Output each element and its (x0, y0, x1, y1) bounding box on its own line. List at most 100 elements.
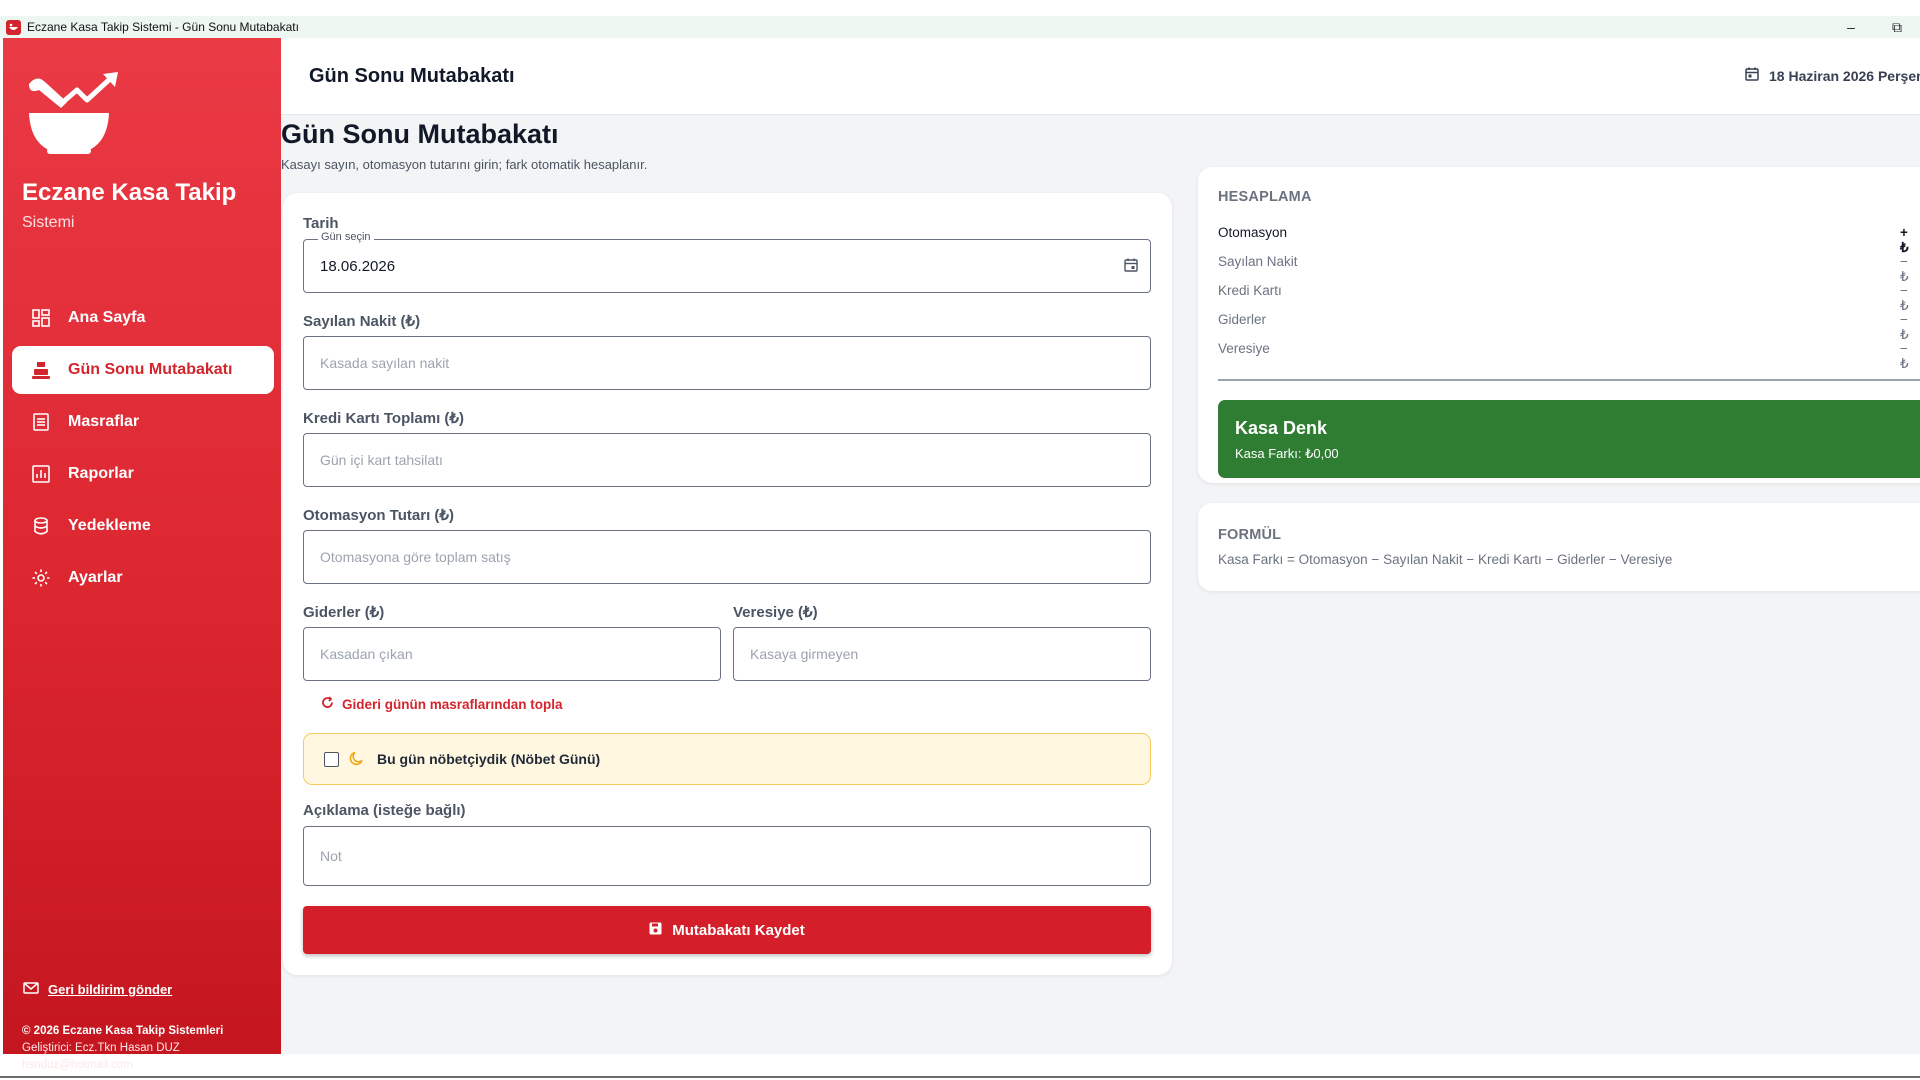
sidebar: Eczane Kasa Takip Sistemi Ana Sayfa Gün … (3, 38, 281, 1071)
sidebar-item-label: Ayarlar (68, 569, 123, 586)
calendar-icon (1745, 67, 1759, 84)
credit-sales-placeholder: Kasaya girmeyen (750, 646, 859, 662)
status-difference: Kasa Farkı: ₺0,00 (1235, 446, 1339, 461)
date-value: 18.06.2026 (320, 257, 396, 275)
feedback-label: Geri bildirim gönder (48, 982, 173, 997)
mail-icon (23, 982, 39, 997)
database-icon (30, 515, 52, 537)
app-icon (6, 19, 21, 35)
window-bottom-border (0, 1076, 1920, 1078)
restore-button[interactable]: ⧉ (1874, 16, 1920, 38)
header-title: Gün Sonu Mutabakatı (309, 65, 515, 87)
calc-row-label: Sayılan Nakit (1218, 254, 1298, 269)
sidebar-footer: © 2026 Eczane Kasa Takip Sistemleri Geli… (22, 1023, 223, 1074)
calc-row: Otomasyon + ₺ (1218, 225, 1918, 255)
brand-title: Eczane Kasa Takip (22, 179, 237, 206)
gear-icon (30, 567, 52, 589)
expenses-input[interactable]: Kasadan çıkan (303, 627, 721, 681)
sidebar-nav: Ana Sayfa Gün Sonu Mutabakatı Masraflar … (12, 294, 274, 606)
note-input[interactable]: Not (303, 826, 1151, 886)
duty-day-toggle[interactable]: Bu gün nöbetçiydik (Nöbet Günü) (303, 733, 1151, 785)
sidebar-item-raporlar[interactable]: Raporlar (12, 450, 274, 498)
calculation-card: HESAPLAMA Otomasyon + ₺ Sayılan Nakit − … (1198, 167, 1920, 483)
sidebar-item-ana-sayfa[interactable]: Ana Sayfa (12, 294, 274, 342)
sidebar-item-label: Ana Sayfa (68, 309, 146, 326)
receipt-icon (30, 411, 52, 433)
feedback-link[interactable]: Geri bildirim gönder (23, 982, 172, 997)
calculation-heading: HESAPLAMA (1218, 189, 1312, 205)
counted-cash-input[interactable]: Kasada sayılan nakit (303, 336, 1151, 390)
formula-heading: FORMÜL (1218, 527, 1282, 543)
expenses-placeholder: Kasadan çıkan (320, 646, 413, 662)
duty-day-checkbox[interactable] (324, 751, 339, 767)
duty-day-label: Bu gün nöbetçiydik (Nöbet Günü) (377, 751, 601, 767)
automation-placeholder: Otomasyona göre toplam satış (320, 549, 511, 565)
save-reconciliation-button[interactable]: Mutabakatı Kaydet (303, 906, 1151, 954)
date-label: Tarih (303, 215, 339, 232)
sidebar-item-masraflar[interactable]: Masraflar (12, 398, 274, 446)
status-title: Kasa Denk (1235, 418, 1328, 438)
note-placeholder: Not (320, 848, 342, 864)
calc-row: Sayılan Nakit − ₺ (1218, 254, 1918, 284)
sidebar-item-label: Yedekleme (68, 517, 151, 534)
automation-label: Otomasyon Tutarı (₺) (303, 507, 454, 524)
counted-cash-placeholder: Kasada sayılan nakit (320, 355, 450, 371)
minimize-button[interactable]: – (1828, 16, 1874, 38)
bar-chart-icon (30, 463, 52, 485)
copyright-text: © 2026 Eczane Kasa Takip Sistemleri (22, 1025, 224, 1037)
developer-text: Geliştirici: Ecz.Tkn Hasan DUZ (22, 1042, 180, 1054)
calc-row: Giderler − ₺ (1218, 312, 1918, 342)
credit-sales-label: Veresiye (₺) (733, 604, 818, 621)
sidebar-item-label: Masraflar (68, 413, 140, 430)
developer-email: hsnduz@hotmail.com (22, 1059, 133, 1071)
credit-card-input[interactable]: Gün içi kart tahsilatı (303, 433, 1151, 487)
moon-icon (349, 750, 365, 769)
sum-expenses-label: Gideri günün masraflarından topla (342, 696, 563, 712)
sidebar-item-ayarlar[interactable]: Ayarlar (12, 554, 274, 602)
sidebar-item-gun-sonu-mutabakati[interactable]: Gün Sonu Mutabakatı (12, 346, 274, 394)
expenses-label: Giderler (₺) (303, 604, 385, 621)
calc-row-sign: − ₺ (1900, 341, 1909, 371)
calc-row-label: Kredi Kartı (1218, 283, 1282, 298)
sidebar-item-label: Gün Sonu Mutabakatı (68, 361, 233, 378)
calc-row-sign: − ₺ (1900, 254, 1909, 284)
date-picker-field[interactable]: Gün seçin 18.06.2026 (303, 231, 1151, 293)
card-label: Kredi Kartı Toplamı (₺) (303, 410, 464, 427)
credit-sales-input[interactable]: Kasaya girmeyen (733, 627, 1151, 681)
calc-row-sign: − ₺ (1900, 312, 1909, 342)
cash-balance-status: Kasa Denk Kasa Farkı: ₺0,00 (1218, 400, 1920, 478)
header-date: 18 Haziran 2026 Perşembe (1745, 67, 1920, 84)
window-titlebar: Eczane Kasa Takip Sistemi - Gün Sonu Mut… (0, 16, 1920, 38)
save-icon (649, 922, 662, 939)
calc-row-sign: − ₺ (1900, 283, 1909, 313)
calc-divider (1218, 379, 1920, 381)
header-date-text: 18 Haziran 2026 Perşembe (1769, 67, 1920, 84)
sidebar-item-label: Raporlar (68, 465, 134, 482)
cash-register-icon (30, 359, 52, 381)
sum-expenses-link[interactable]: Gideri günün masraflarından topla (321, 696, 563, 712)
calendar-icon[interactable] (1124, 258, 1138, 276)
calc-row: Kredi Kartı − ₺ (1218, 283, 1918, 313)
date-field-legend: Gün seçin (318, 231, 374, 243)
main-content: Gün Sonu Mutabakatı Kasayı sayın, otomas… (281, 115, 1920, 1054)
refresh-icon (321, 696, 334, 712)
window-title: Eczane Kasa Takip Sistemi - Gün Sonu Mut… (27, 20, 299, 34)
calc-row-label: Veresiye (1218, 341, 1270, 356)
calc-row-label: Otomasyon (1218, 225, 1288, 240)
window-controls: – ⧉ (1828, 16, 1920, 38)
calc-row: Veresiye − ₺ (1218, 341, 1918, 371)
cash-label: Sayılan Nakit (₺) (303, 313, 421, 330)
credit-card-placeholder: Gün içi kart tahsilatı (320, 452, 443, 468)
formula-card: FORMÜL Kasa Farkı = Otomasyon − Sayılan … (1198, 503, 1920, 591)
dashboard-icon (30, 307, 52, 329)
top-header: Gün Sonu Mutabakatı 18 Haziran 2026 Perş… (281, 38, 1920, 115)
calc-row-label: Giderler (1218, 312, 1267, 327)
formula-text: Kasa Farkı = Otomasyon − Sayılan Nakit −… (1218, 552, 1673, 567)
brand-subtitle: Sistemi (22, 214, 75, 231)
reconciliation-form-card: Tarih Gün seçin 18.06.2026 Sayılan Nakit… (283, 193, 1172, 975)
note-label: Açıklama (isteğe bağlı) (303, 802, 466, 819)
sidebar-item-yedekleme[interactable]: Yedekleme (12, 502, 274, 550)
page-subtitle: Kasayı sayın, otomasyon tutarını girin; … (281, 157, 648, 172)
mortar-pestle-logo-icon (23, 68, 127, 158)
automation-amount-input[interactable]: Otomasyona göre toplam satış (303, 530, 1151, 584)
